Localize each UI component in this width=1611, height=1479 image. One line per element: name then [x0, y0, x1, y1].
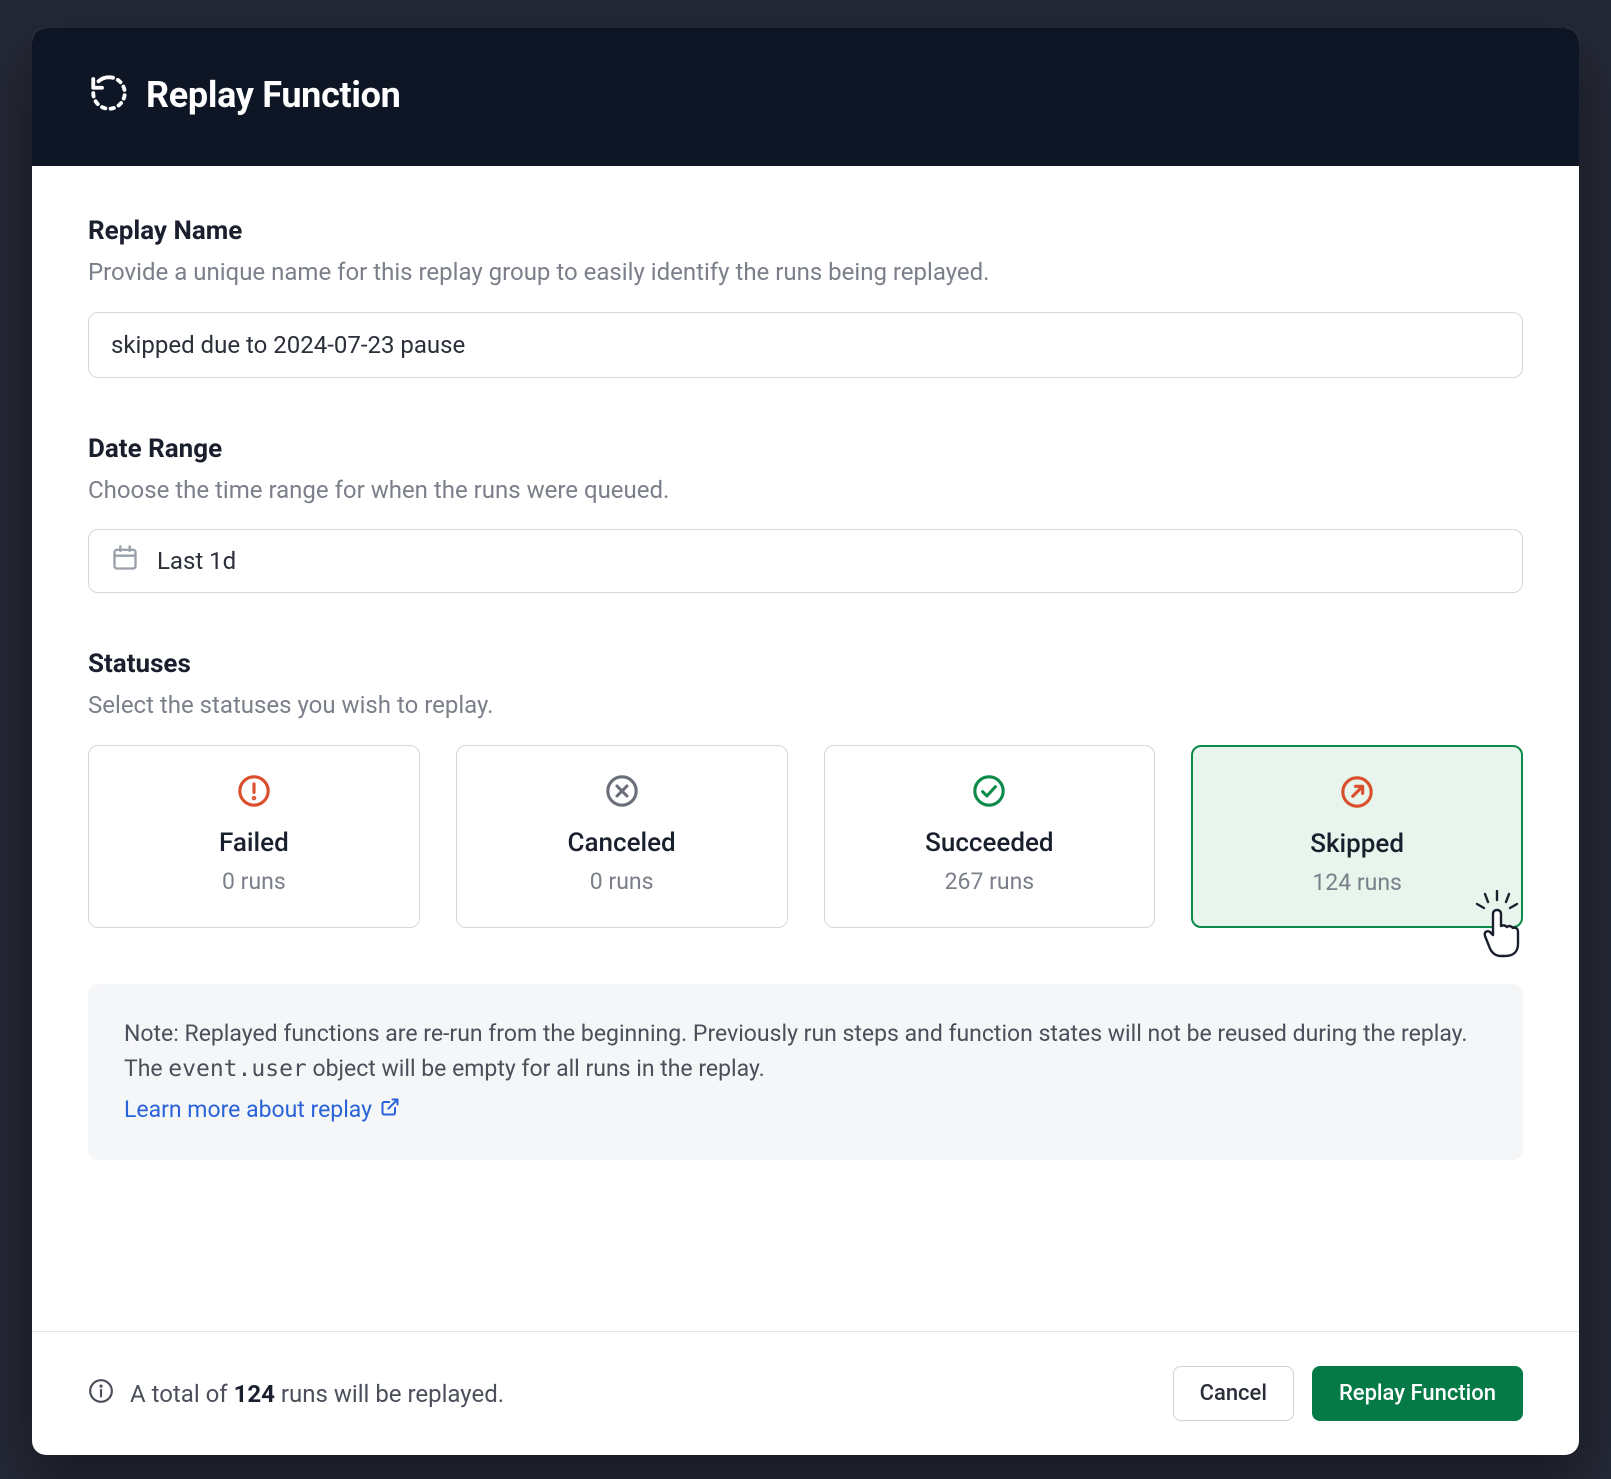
cursor-hand-icon [1463, 890, 1527, 964]
statuses-label: Statuses [88, 649, 1523, 679]
status-label: Skipped [1209, 829, 1505, 859]
status-count: 267 runs [841, 868, 1139, 895]
status-card-succeeded[interactable]: Succeeded 267 runs [824, 745, 1156, 928]
replay-name-section: Replay Name Provide a unique name for th… [88, 216, 1523, 378]
replay-note: Note: Replayed functions are re-run from… [88, 984, 1523, 1160]
status-count: 0 runs [473, 868, 771, 895]
status-card-canceled[interactable]: Canceled 0 runs [456, 745, 788, 928]
failed-icon [105, 774, 403, 808]
calendar-icon [111, 544, 139, 578]
modal-footer: A total of 124 runs will be replayed. Ca… [32, 1331, 1579, 1455]
modal-title: Replay Function [146, 74, 401, 116]
replay-icon [88, 72, 130, 118]
learn-more-link[interactable]: Learn more about replay [124, 1092, 400, 1128]
date-range-input[interactable]: Last 1d [88, 529, 1523, 593]
date-range-section: Date Range Choose the time range for whe… [88, 434, 1523, 594]
canceled-icon [473, 774, 771, 808]
skipped-icon [1209, 775, 1505, 809]
learn-more-text: Learn more about replay [124, 1092, 372, 1128]
status-count: 0 runs [105, 868, 403, 895]
replay-name-label: Replay Name [88, 216, 1523, 246]
date-range-help: Choose the time range for when the runs … [88, 474, 1523, 508]
cancel-button[interactable]: Cancel [1173, 1366, 1294, 1421]
footer-actions: Cancel Replay Function [1173, 1366, 1523, 1421]
status-count: 124 runs [1209, 869, 1505, 896]
statuses-help: Select the statuses you wish to replay. [88, 689, 1523, 723]
external-link-icon [380, 1092, 400, 1128]
status-card-skipped[interactable]: Skipped 124 runs [1191, 745, 1523, 928]
date-range-value: Last 1d [157, 547, 236, 575]
date-range-label: Date Range [88, 434, 1523, 464]
footer-total-info: A total of 124 runs will be replayed. [88, 1378, 504, 1410]
replay-name-help: Provide a unique name for this replay gr… [88, 256, 1523, 290]
status-label: Failed [105, 828, 403, 858]
total-suffix: runs will be replayed. [275, 1380, 504, 1408]
status-grid: Failed 0 runs Canceled 0 runs [88, 745, 1523, 928]
replay-function-modal: Replay Function Replay Name Provide a un… [32, 28, 1579, 1455]
replay-name-input[interactable] [88, 312, 1523, 378]
total-prefix: A total of [130, 1380, 234, 1408]
info-icon [88, 1378, 114, 1410]
statuses-section: Statuses Select the statuses you wish to… [88, 649, 1523, 928]
status-card-failed[interactable]: Failed 0 runs [88, 745, 420, 928]
replay-function-button[interactable]: Replay Function [1312, 1366, 1523, 1421]
modal-header: Replay Function [32, 28, 1579, 166]
status-label: Canceled [473, 828, 771, 858]
modal-body: Replay Name Provide a unique name for th… [32, 166, 1579, 1331]
status-label: Succeeded [841, 828, 1139, 858]
note-code: event.user [168, 1056, 306, 1082]
note-text-suffix: object will be empty for all runs in the… [307, 1055, 765, 1082]
total-count: 124 [234, 1380, 275, 1408]
succeeded-icon [841, 774, 1139, 808]
